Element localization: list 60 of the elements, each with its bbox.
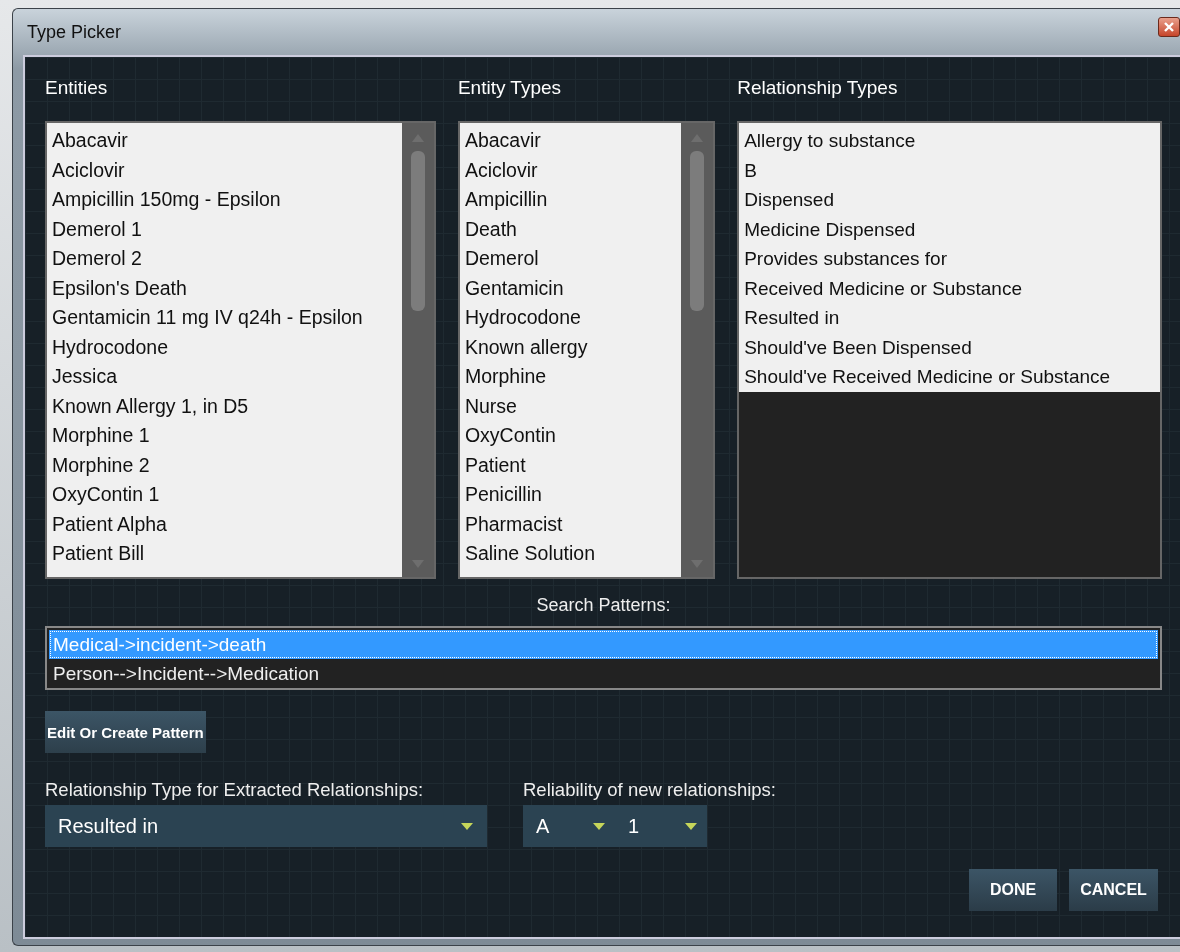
list-item[interactable]: Morphine 1 bbox=[47, 421, 402, 451]
list-item[interactable]: Resulted in bbox=[739, 303, 1160, 333]
list-item[interactable]: Demerol bbox=[459, 244, 682, 274]
list-item[interactable]: Hydrocodone bbox=[47, 332, 402, 362]
list-item[interactable]: Ampicillin 150mg - Epsilon bbox=[47, 185, 402, 215]
pattern-item[interactable]: Person-->Incident-->Medication bbox=[49, 659, 1158, 688]
list-item[interactable]: Gentamicin 11 mg IV q24h - Epsilon bbox=[47, 303, 402, 333]
list-heading: Entities bbox=[45, 76, 109, 100]
field-label: Reliability of new relationships: bbox=[523, 779, 776, 802]
list-heading: Entity Types bbox=[457, 76, 563, 100]
list-item[interactable]: Nurse bbox=[459, 391, 682, 421]
list-item[interactable]: Saline Solution bbox=[459, 539, 682, 569]
close-button[interactable] bbox=[1158, 17, 1180, 37]
list-item[interactable]: Epsilon's Death bbox=[47, 273, 402, 303]
list-item[interactable]: Patient Alpha bbox=[47, 509, 402, 539]
list-heading: Relationship Types bbox=[737, 76, 899, 100]
list-item[interactable]: Morphine 2 bbox=[47, 450, 402, 480]
scroll-thumb[interactable] bbox=[690, 151, 705, 311]
list-item[interactable]: Aciclovir bbox=[459, 155, 682, 185]
list-item[interactable]: Patient bbox=[459, 450, 682, 480]
list-item[interactable]: Penicillin bbox=[459, 480, 682, 510]
list-item[interactable]: OxyContin 1 bbox=[47, 480, 402, 510]
scrollbar[interactable] bbox=[401, 123, 434, 577]
done-button[interactable]: DONE bbox=[969, 869, 1057, 911]
field-label: Relationship Type for Extracted Relationships: bbox=[45, 779, 425, 802]
dropdown-caret-icon bbox=[685, 822, 697, 830]
list-item[interactable]: Hydrocodone bbox=[459, 303, 682, 333]
dropdown-caret-icon bbox=[461, 822, 473, 830]
cancel-button[interactable]: CANCEL bbox=[1069, 869, 1158, 911]
list-item[interactable]: Patient Bill bbox=[47, 539, 402, 569]
window-title: Type Picker bbox=[26, 21, 122, 43]
list-item[interactable]: Morphine bbox=[459, 362, 682, 392]
list-item[interactable]: Dispensed bbox=[739, 185, 1160, 215]
relationship-type-dropdown[interactable]: Resulted in bbox=[45, 805, 487, 847]
list-item[interactable]: Received Medicine or Substance bbox=[739, 273, 1160, 303]
edit-pattern-button[interactable]: Edit Or Create Pattern bbox=[45, 711, 206, 753]
search-patterns-label: Search Patterns: bbox=[536, 595, 671, 616]
list-item[interactable]: Gentamicin bbox=[459, 273, 682, 303]
scrollbar[interactable] bbox=[681, 123, 714, 577]
list-item[interactable]: Ampicillin bbox=[459, 185, 682, 215]
list-item[interactable]: Death bbox=[459, 214, 682, 244]
list-item[interactable]: Abacavir bbox=[47, 126, 402, 156]
list-item[interactable]: Medicine Dispensed bbox=[739, 214, 1160, 244]
list-item[interactable]: OxyContin bbox=[459, 421, 682, 451]
list-item[interactable]: Should've Received Medicine or Substance bbox=[739, 362, 1160, 392]
dropdown-caret-icon bbox=[593, 822, 605, 830]
list-item[interactable]: Known Allergy 1, in D5 bbox=[47, 391, 402, 421]
list-item[interactable]: Should've Been Dispensed bbox=[739, 332, 1160, 362]
list-item[interactable]: Jessica bbox=[47, 362, 402, 392]
list-item[interactable]: Demerol 1 bbox=[47, 214, 402, 244]
list-item[interactable]: Allergy to substance bbox=[739, 126, 1160, 156]
list-item[interactable]: Abacavir bbox=[459, 126, 682, 156]
list-item[interactable]: Pharmacist bbox=[459, 509, 682, 539]
list-item[interactable]: B bbox=[739, 155, 1160, 185]
list-item[interactable]: Known allergy bbox=[459, 332, 682, 362]
list-item[interactable]: Provides substances for bbox=[739, 244, 1160, 274]
list-item[interactable]: Aciclovir bbox=[47, 155, 402, 185]
close-icon bbox=[1163, 21, 1175, 33]
scroll-thumb[interactable] bbox=[410, 151, 425, 311]
list-item[interactable]: Demerol 2 bbox=[47, 244, 402, 274]
